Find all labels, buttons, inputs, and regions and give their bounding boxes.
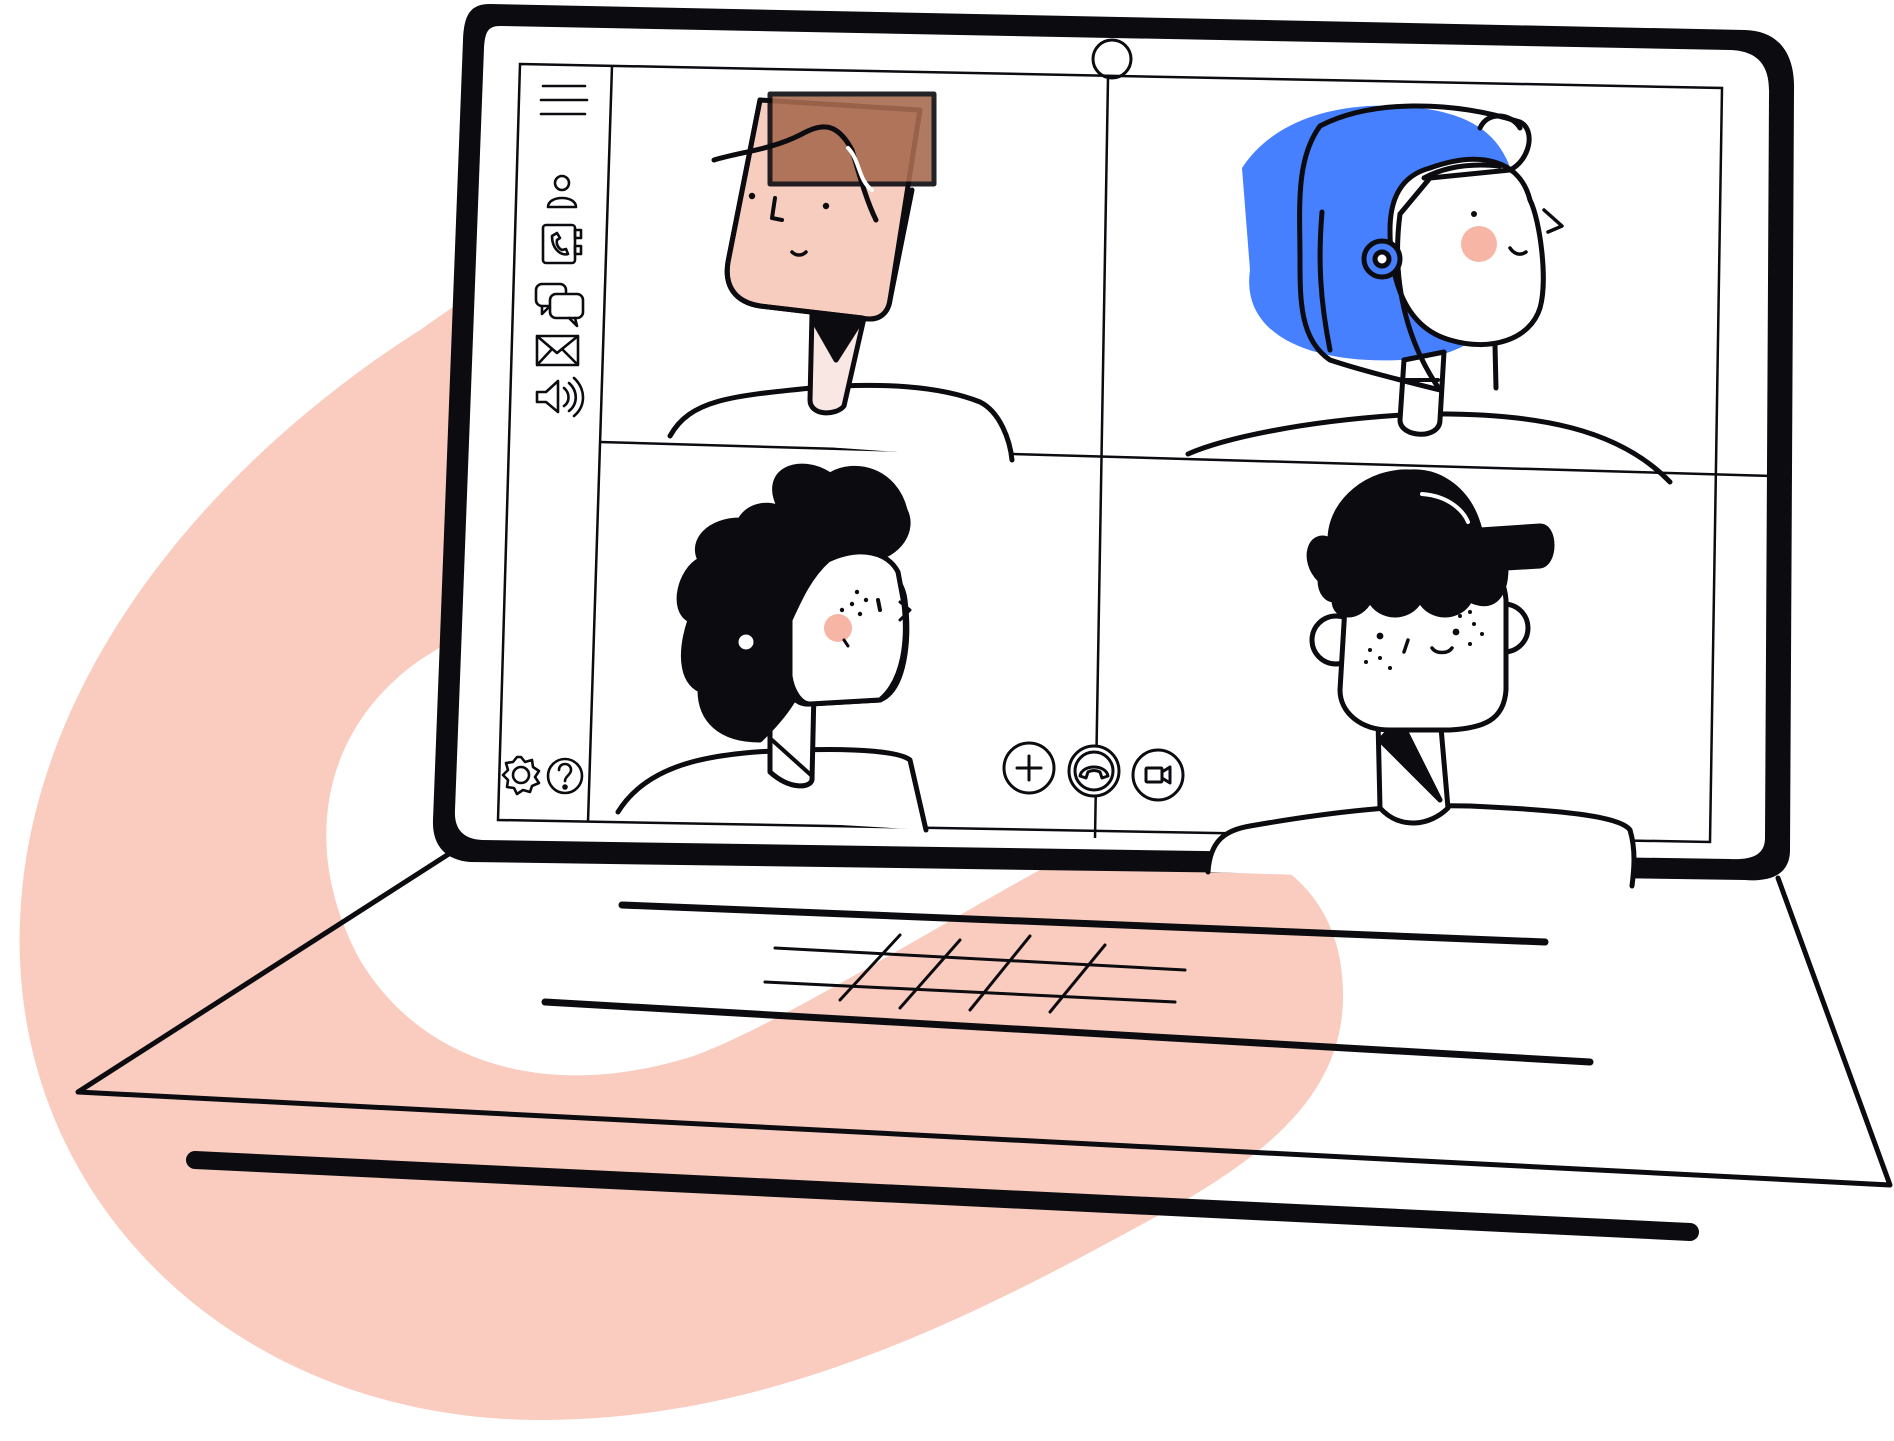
call-controls [1002, 741, 1185, 802]
illustration [19, 4, 1893, 1421]
hang-up-button[interactable] [1067, 744, 1121, 798]
add-participant-button[interactable] [1002, 741, 1056, 795]
webcam-icon [1091, 38, 1133, 80]
video-button[interactable] [1131, 748, 1185, 802]
